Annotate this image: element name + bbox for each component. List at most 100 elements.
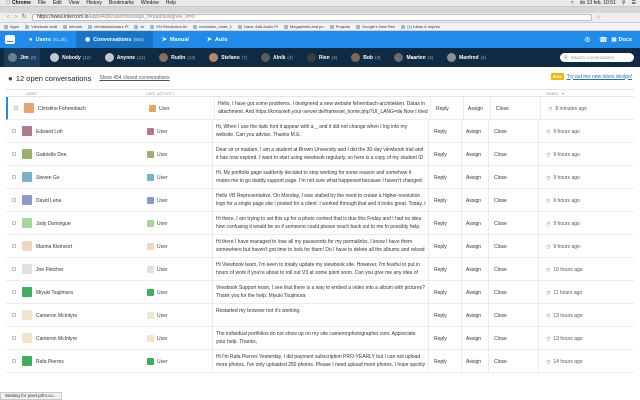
admin-filter-nobody[interactable]: Nobody (12) xyxy=(46,48,95,67)
clock[interactable]: do 13 feb. 10:51 xyxy=(580,0,616,6)
assign-button[interactable]: Assign xyxy=(466,313,481,319)
admin-filter-anyone[interactable]: Anyone (12) xyxy=(101,48,149,67)
row-checkbox[interactable] xyxy=(14,106,18,110)
bookmark-item[interactable]: (1) Ideas & impres xyxy=(401,24,440,29)
menu-edit[interactable]: Edit xyxy=(53,0,62,6)
column-header-last-activity[interactable]: LAST ACTIVITY xyxy=(146,91,175,96)
table-row[interactable]: Rafa Pierres User Hi I'm Rafa Pierres Yest… xyxy=(6,350,634,373)
bookmark-item[interactable]: resolution_chart_1 xyxy=(193,24,232,29)
reply-button[interactable]: Reply xyxy=(434,359,447,365)
tab-manual[interactable]: ➤ Manual xyxy=(153,31,198,48)
last-message[interactable]: Hi, When I use the italic font it appear… xyxy=(216,123,426,139)
last-message[interactable]: Restarted my browser not it's working. xyxy=(216,307,426,323)
admin-filter-rien[interactable]: Rien (4) xyxy=(303,48,341,67)
user-name[interactable]: Miyuki Tsujimura xyxy=(36,290,73,296)
column-header-when[interactable]: WHEN xyxy=(546,91,558,96)
admin-filter-jim[interactable]: Jim (0) xyxy=(4,48,41,67)
last-message[interactable]: Dear sir or madam, I am a student at Bro… xyxy=(216,146,426,162)
sort-down-icon[interactable]: ▾ xyxy=(562,91,564,96)
bookmark-item[interactable]: Projects xyxy=(329,24,350,29)
last-message[interactable]: The individual portfolios do not show up… xyxy=(216,330,426,346)
assign-button[interactable]: Assign xyxy=(466,221,481,227)
admin-filter-manfred[interactable]: Manfred (4) xyxy=(443,48,490,67)
menu-history[interactable]: History xyxy=(86,0,102,6)
reply-button[interactable]: Reply xyxy=(434,152,447,158)
close-button[interactable]: Close xyxy=(494,336,507,342)
row-checkbox[interactable] xyxy=(12,313,16,317)
user-name[interactable]: Jody Domingue xyxy=(36,221,71,227)
table-row[interactable]: Cameron McIntyre User Restarted my browser… xyxy=(6,304,634,327)
last-message[interactable]: Hi there I have managed to lose all my p… xyxy=(216,238,426,254)
row-checkbox[interactable] xyxy=(12,198,16,202)
last-message[interactable]: Hi Viewbook team, I'm keen to totally up… xyxy=(216,261,426,277)
table-row[interactable]: Marina Kleinvort User Hi there I have mana… xyxy=(6,235,634,258)
last-message[interactable]: Hello VB Representative. On Monday, I wa… xyxy=(216,192,426,208)
user-name[interactable]: Marina Kleinvort xyxy=(36,244,72,250)
close-button[interactable]: Close xyxy=(494,244,507,250)
row-checkbox[interactable] xyxy=(12,244,16,248)
reply-button[interactable]: Reply xyxy=(434,267,447,273)
user-name[interactable]: Joe Fletcher xyxy=(36,267,64,273)
docs-link[interactable]: ▤ Docs xyxy=(611,37,632,43)
table-row[interactable]: Jody Domingue User Hi there, I am trying t… xyxy=(6,212,634,235)
user-name[interactable]: Cameron McIntyre xyxy=(36,313,77,319)
table-row[interactable]: Miyuki Tsujimura User Viewbook Support tea… xyxy=(6,281,634,304)
column-header-user[interactable]: USER xyxy=(26,91,37,96)
tab-users[interactable]: ● Users (61.3k) xyxy=(20,31,76,48)
table-row[interactable]: Edward Loh User Hi, When I use the italic … xyxy=(6,120,634,143)
bookmark-item[interactable]: Apps xyxy=(4,24,19,29)
assign-button[interactable]: Assign xyxy=(466,152,481,158)
tab-conversations[interactable]: ◉ Conversations (654) xyxy=(75,31,153,48)
menu-chrome[interactable]: Chrome xyxy=(12,0,31,6)
search-conversations-input[interactable]: ⚲ Search conversations xyxy=(560,53,634,62)
row-checkbox[interactable] xyxy=(12,129,16,133)
row-checkbox[interactable] xyxy=(12,221,16,225)
bookmark-item[interactable]: christianschwarz Pl xyxy=(88,24,128,29)
last-message[interactable]: Hi I'm Rafa Pierres Yesterday, I did pay… xyxy=(216,353,426,369)
menu-help[interactable]: Help xyxy=(166,0,176,6)
bookmark-item[interactable]: vk xyxy=(134,24,144,29)
bookmark-item[interactable]: bitmark xyxy=(63,24,82,29)
close-button[interactable]: Close xyxy=(496,106,509,112)
apple-icon[interactable]:  xyxy=(4,0,12,6)
reply-button[interactable]: Reply xyxy=(434,290,447,296)
row-checkbox[interactable] xyxy=(12,175,16,179)
user-name[interactable]: Cameron McIntyre xyxy=(36,336,77,342)
reply-button[interactable]: Reply xyxy=(434,313,447,319)
table-row[interactable]: Christine Fehrenbach User Hello, I have go… xyxy=(6,97,634,120)
last-message[interactable]: Hi there, I am trying to set this up for… xyxy=(216,215,426,231)
menu-window[interactable]: Window xyxy=(141,0,159,6)
admin-filter-rudin[interactable]: Rudin (13) xyxy=(155,48,199,67)
bookmark-item[interactable]: Google's New Ren xyxy=(356,24,395,29)
try-new-inbox-link[interactable]: Try out her new inbox design! xyxy=(567,74,632,80)
wifi-icon[interactable]: ≈ xyxy=(571,0,574,6)
assign-button[interactable]: Assign xyxy=(466,175,481,181)
close-button[interactable]: Close xyxy=(494,175,507,181)
admin-filter-alnik[interactable]: Alnik (4) xyxy=(257,48,297,67)
assign-button[interactable]: Assign xyxy=(466,336,481,342)
admin-filter-stefano[interactable]: Stefano (7) xyxy=(205,48,251,67)
row-checkbox[interactable] xyxy=(12,336,16,340)
gear-icon[interactable]: ⚙ xyxy=(579,36,595,44)
reply-button[interactable]: Reply xyxy=(434,221,447,227)
row-checkbox[interactable] xyxy=(12,359,16,363)
bookmark-item[interactable]: Megapixels and pu xyxy=(284,24,324,29)
reply-button[interactable]: Reply xyxy=(434,175,447,181)
close-button[interactable]: Close xyxy=(494,290,507,296)
assign-button[interactable]: Assign xyxy=(466,129,481,135)
reply-button[interactable]: Reply xyxy=(434,244,447,250)
menu-file[interactable]: File xyxy=(38,0,46,6)
menu-view[interactable]: View xyxy=(69,0,80,6)
close-button[interactable]: Close xyxy=(494,221,507,227)
assign-button[interactable]: Assign xyxy=(466,267,481,273)
help-icon[interactable]: ☎ xyxy=(595,36,611,44)
close-button[interactable]: Close xyxy=(494,129,507,135)
last-message[interactable]: Viewbook Support team, I see that there … xyxy=(216,284,426,300)
row-checkbox[interactable] xyxy=(12,267,16,271)
table-row[interactable]: David Lena User Hello VB Representative. O… xyxy=(6,189,634,212)
bookmark-item[interactable]: KN Resolution fix xyxy=(150,24,187,29)
admin-filter-maarten[interactable]: Maarten (3) xyxy=(390,48,437,67)
row-checkbox[interactable] xyxy=(12,152,16,156)
reply-button[interactable]: Reply xyxy=(434,336,447,342)
row-checkbox[interactable] xyxy=(12,290,16,294)
